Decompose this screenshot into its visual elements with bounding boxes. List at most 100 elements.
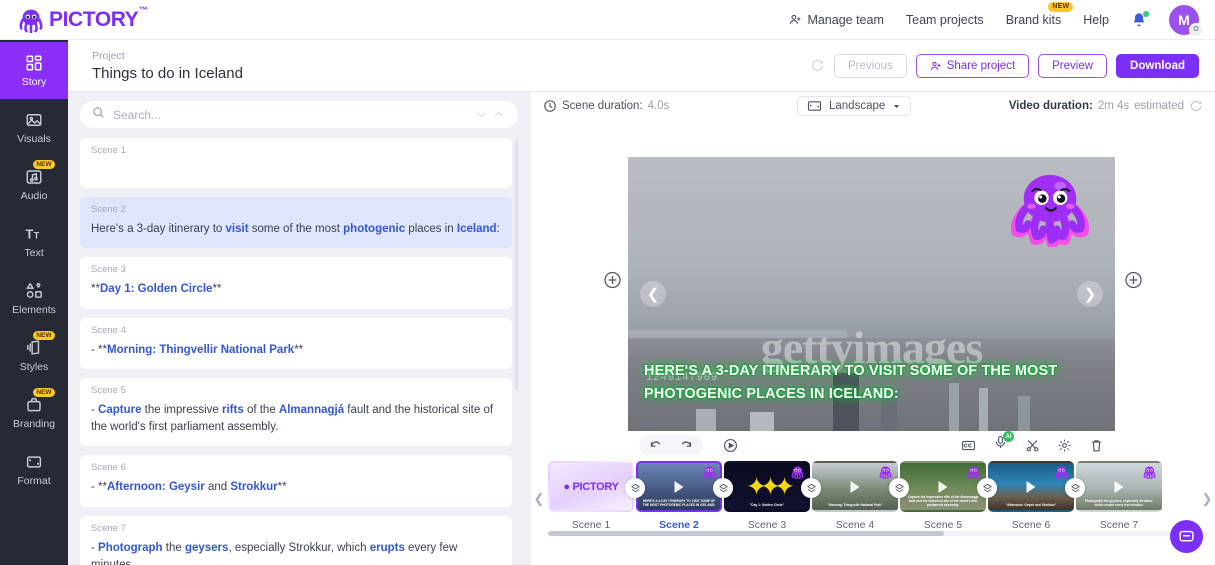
scene-thumbnail[interactable]: Photograph the geysers, especially Strok… <box>1076 461 1162 512</box>
script-scrollbar[interactable] <box>515 140 518 390</box>
transition-button[interactable] <box>1065 478 1085 498</box>
pictory-editor: PICTORY ™ Manage team Team projects Bran… <box>0 0 1215 565</box>
scene-card[interactable]: Scene 4 - **Morning: Thingvellir National… <box>80 318 512 369</box>
scene-card[interactable]: Scene 5- Capture the impressive rifts of… <box>80 378 512 447</box>
scene-thumbnail[interactable]: "Afternoon: Geysir and Strokkur" <box>988 461 1074 512</box>
scene-card[interactable]: Scene 2 Here's a 3-day itinerary to visit… <box>80 197 512 248</box>
page-title[interactable]: Things to do in Iceland <box>92 65 243 82</box>
nav-team-projects[interactable]: Team projects <box>906 13 984 27</box>
styles-new-badge: NEW <box>33 331 55 340</box>
notifications-bell-icon[interactable] <box>1131 12 1147 28</box>
transition-button[interactable] <box>977 478 997 498</box>
scene-thumbnail[interactable]: HERE'S A 3-DAY ITINERARY TO VISIT SOME O… <box>636 461 722 512</box>
scene-text[interactable]: - **Afternoon: Geysir and Strokkur** <box>91 479 501 496</box>
scene-caption[interactable]: HERE'S A 3-DAY ITINERARY TO VISIT SOME O… <box>644 360 1099 405</box>
scene-text[interactable]: - Capture the impressive rifts of the Al… <box>91 402 501 437</box>
timeline-next-arrow[interactable]: ❯ <box>1199 461 1215 507</box>
search-nav-arrows[interactable] <box>474 108 506 121</box>
timeline-scene[interactable]: "Morning: Thingvellir National Park"Scen… <box>811 461 899 531</box>
redo-icon[interactable] <box>678 438 693 453</box>
grid-icon <box>25 53 44 72</box>
chevron-down-icon <box>892 102 901 111</box>
timeline-scene[interactable]: HERE'S A 3-DAY ITINERARY TO VISIT SOME O… <box>635 461 723 531</box>
aspect-ratio-selector[interactable]: Landscape <box>797 96 911 116</box>
previous-button[interactable]: Previous <box>834 54 907 78</box>
refresh-icon[interactable] <box>1189 99 1203 113</box>
scene-thumbnail[interactable]: Capture the impressive rifts of the Alma… <box>900 461 986 512</box>
sidebar-label-text: Text <box>24 247 43 259</box>
timeline-scene[interactable]: ✦✦✦"Day 1: Golden Circle"Scene 3 <box>723 461 811 531</box>
timeline-scene[interactable]: Capture the impressive rifts of the Alma… <box>899 461 987 531</box>
scene-card[interactable]: Scene 6- **Afternoon: Geysir and Strokku… <box>80 455 512 506</box>
transition-button[interactable] <box>713 478 733 498</box>
timeline-prev-arrow[interactable]: ❮ <box>531 461 547 507</box>
sidebar-item-story[interactable]: Story <box>0 42 68 99</box>
chevron-down-icon[interactable] <box>474 108 489 121</box>
transition-button[interactable] <box>801 478 821 498</box>
scene-card[interactable]: Scene 1 <box>80 138 512 188</box>
scene-number: Scene 4 <box>91 325 501 336</box>
search-input[interactable]: Search... <box>113 108 466 122</box>
sidebar-item-styles[interactable]: NEW Styles <box>0 327 68 384</box>
next-scene-arrow[interactable]: ❯ <box>1077 281 1103 307</box>
ai-badge: AI <box>1003 431 1014 442</box>
scissors-icon[interactable] <box>1025 438 1040 453</box>
sidebar-label-branding: Branding <box>13 418 55 430</box>
scene-text[interactable]: - Photograph the geysers, especially Str… <box>91 540 501 565</box>
search-icon <box>92 106 105 124</box>
add-scene-before-button[interactable] <box>603 271 622 290</box>
play-icon[interactable] <box>723 438 738 453</box>
search-bar[interactable]: Search... <box>80 101 518 128</box>
scene-card[interactable]: Scene 3**Day 1: Golden Circle** <box>80 257 512 308</box>
scene-thumbnail[interactable]: "Morning: Thingvellir National Park" <box>812 461 898 512</box>
download-button[interactable]: Download <box>1116 54 1199 78</box>
chevron-up-icon[interactable] <box>491 108 506 121</box>
preview-toolbar: Scene duration: 4.0s Landscape Video dur… <box>531 92 1215 120</box>
settings-gear-icon[interactable] <box>1057 438 1072 453</box>
sidebar-item-visuals[interactable]: Visuals <box>0 99 68 156</box>
add-scene-after-button[interactable] <box>1124 271 1143 290</box>
clock-icon <box>543 99 557 113</box>
timeline: ❮ ● PICTORYScene 1HERE'S A 3-DAY ITINERA… <box>531 455 1215 565</box>
brand-logo[interactable]: PICTORY ™ <box>18 7 138 33</box>
scene-text[interactable]: - **Morning: Thingvellir National Park** <box>91 342 501 359</box>
nav-manage-team[interactable]: Manage team <box>789 13 883 27</box>
scene-thumbnail[interactable]: ✦✦✦"Day 1: Golden Circle" <box>724 461 810 512</box>
user-avatar[interactable]: M O <box>1169 5 1199 35</box>
sidebar-item-text[interactable]: T T Text <box>0 213 68 270</box>
timeline-scene[interactable]: "Afternoon: Geysir and Strokkur"Scene 6 <box>987 461 1075 531</box>
prev-scene-arrow[interactable]: ❮ <box>640 281 666 307</box>
script-panel: Search... Scene 1 Scene 2 Here's a 3-day i… <box>68 92 528 565</box>
scene-card[interactable]: Scene 7- Photograph the geysers, especia… <box>80 516 512 565</box>
captions-icon[interactable] <box>961 438 976 453</box>
scene-thumbnail[interactable]: ● PICTORY <box>548 461 634 512</box>
timeline-scrollbar[interactable] <box>548 531 1208 536</box>
transition-button[interactable] <box>889 478 909 498</box>
voiceover-button[interactable]: AI <box>993 435 1008 455</box>
avatar-status-badge: O <box>1189 23 1203 37</box>
briefcase-icon <box>25 395 44 414</box>
undo-icon[interactable] <box>649 438 664 453</box>
chat-support-button[interactable] <box>1170 520 1203 553</box>
timeline-scene[interactable]: ● PICTORYScene 1 <box>547 461 635 531</box>
scene-list: Scene 1 Scene 2 Here's a 3-day itinerary t… <box>80 138 518 565</box>
delete-trash-icon[interactable] <box>1089 438 1104 453</box>
sidebar-item-audio[interactable]: NEW Audio <box>0 156 68 213</box>
sidebar-item-branding[interactable]: NEW Branding <box>0 384 68 441</box>
video-duration-label: Video duration: <box>1009 100 1093 112</box>
timeline-scene[interactable]: Photograph the geysers, especially Strok… <box>1075 461 1163 531</box>
sidebar-label-audio: Audio <box>21 190 48 202</box>
scene-text[interactable]: Here's a 3-day itinerary to visit some o… <box>91 221 501 238</box>
sidebar-item-format[interactable]: Format <box>0 441 68 498</box>
sidebar-label-visuals: Visuals <box>17 133 51 145</box>
nav-help[interactable]: Help <box>1083 13 1109 27</box>
scene-number: Scene 2 <box>91 204 501 215</box>
preview-button[interactable]: Preview <box>1038 54 1107 78</box>
scene-text[interactable]: **Day 1: Golden Circle** <box>91 281 501 298</box>
nav-brand-kits[interactable]: Brand kits NEW <box>1006 13 1062 27</box>
transition-button[interactable] <box>625 478 645 498</box>
video-preview[interactable]: gettyimages <box>628 157 1115 431</box>
octopus-sticker[interactable] <box>1007 169 1093 247</box>
share-project-button[interactable]: Share project <box>916 54 1029 78</box>
sidebar-item-elements[interactable]: Elements <box>0 270 68 327</box>
